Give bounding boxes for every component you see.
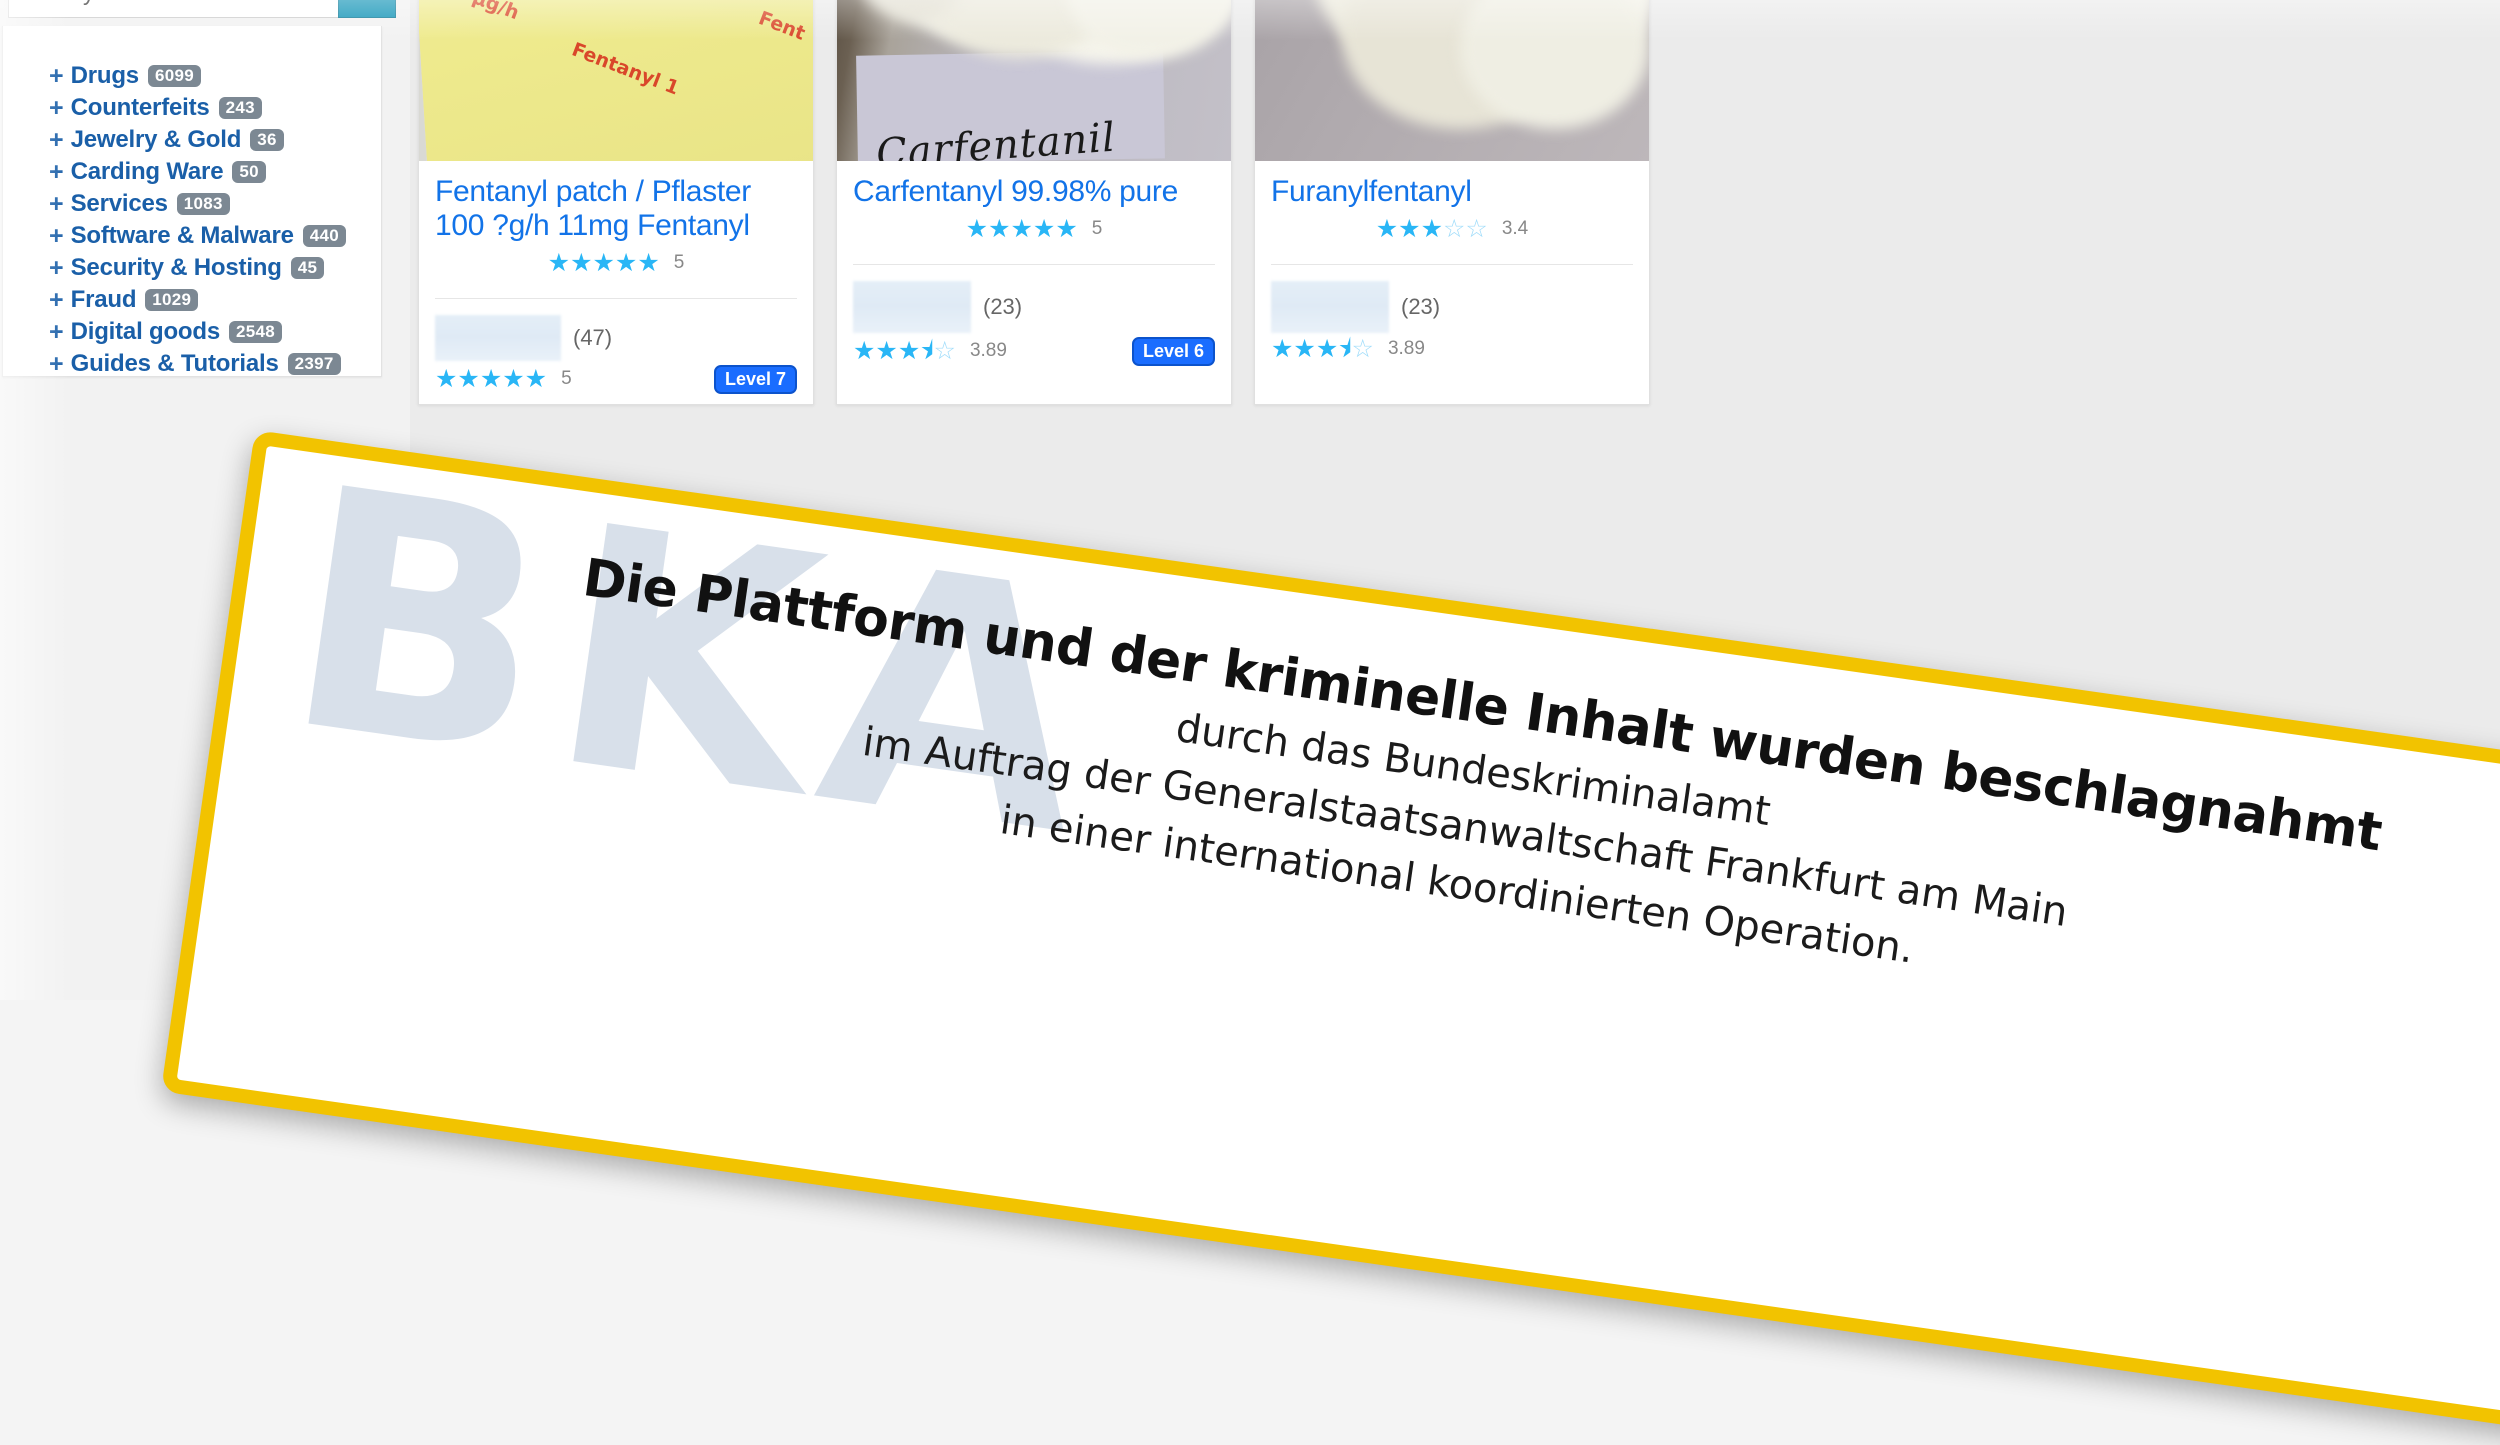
category-label: Digital goods (70, 318, 221, 345)
expand-icon[interactable]: + (49, 319, 64, 345)
vendor-level-badge[interactable]: Level 7 (713, 364, 797, 394)
category-label: Fraud (70, 286, 137, 313)
star-rating-icon: ★★★⯨☆ (1271, 334, 1374, 363)
category-count-badge: 2397 (287, 353, 341, 375)
expand-icon[interactable]: + (49, 351, 64, 377)
product-title-link[interactable]: Carfentanyl 99.98% pure (853, 175, 1215, 209)
product-rating: ★★★☆☆ 3.4 (1271, 214, 1633, 243)
sidebar-item-services[interactable]: + Services 1083 (49, 188, 346, 220)
category-label: Services (70, 190, 168, 217)
category-label: Security & Hosting (70, 254, 282, 281)
expand-icon[interactable]: + (49, 127, 64, 153)
star-rating-icon: ★★★★★ (965, 214, 1078, 243)
product-grid: anyl Fentanyl 100 µg/h 100 µg/h Fentanyl… (418, 0, 2500, 405)
category-label: Jewelry & Gold (70, 126, 242, 153)
category-count-badge: 6099 (147, 65, 201, 87)
sidebar-item-counterfeits[interactable]: + Counterfeits 243 (49, 92, 346, 124)
vendor-name-redacted (1271, 280, 1389, 333)
star-rating-icon: ★★★★★ (547, 248, 660, 277)
product-card[interactable]: anyl Fentanyl 100 µg/h 100 µg/h Fentanyl… (418, 0, 814, 405)
vendor-sales-count: (23) (983, 293, 1023, 319)
vendor-rating-row: ★★★⯨☆ 3.89 (1271, 334, 1633, 363)
star-rating-icon: ★★★⯨☆ (853, 336, 956, 365)
vendor-level-badge[interactable]: Level 6 (1131, 336, 1215, 366)
rating-value: 5 (673, 252, 685, 274)
fentanyl-patch-photo: anyl Fentanyl 100 µg/h 100 µg/h Fentanyl… (419, 0, 813, 161)
expand-icon[interactable]: + (49, 287, 64, 313)
category-count-badge: 2548 (229, 321, 283, 343)
sidebar-item-jewelry-gold[interactable]: + Jewelry & Gold 36 (49, 124, 346, 156)
category-count-badge: 50 (232, 161, 266, 183)
vendor-row: (23) (853, 265, 1215, 333)
search-row (8, 0, 396, 18)
category-count-badge: 45 (290, 257, 325, 279)
category-list: + Drugs 6099 + Counterfeits 243 + Jewelr… (49, 60, 347, 380)
product-card[interactable]: Furanylfentanyl ★★★☆☆ 3.4 (23) ★★★⯨☆ 3.8… (1254, 0, 1650, 405)
expand-icon[interactable]: + (49, 191, 64, 217)
product-card-body: Furanylfentanyl ★★★☆☆ 3.4 (23) ★★★⯨☆ 3.8… (1255, 161, 1649, 372)
expand-icon[interactable]: + (49, 95, 64, 121)
expand-icon[interactable]: + (49, 223, 64, 249)
sidebar-item-fraud[interactable]: + Fraud 1029 (49, 284, 346, 316)
product-card[interactable]: Carfentanil Carfentanyl 99.98% pure ★★★★… (836, 0, 1232, 405)
expand-icon[interactable]: + (49, 255, 64, 281)
vendor-sales-count: (47) (573, 324, 613, 350)
vendor-rating-value: 3.89 (969, 340, 1007, 362)
vendor-row: (47) (435, 299, 797, 361)
category-label: Counterfeits (70, 94, 210, 121)
vendor-rating-row: ★★★⯨☆ 3.89 Level 6 (853, 336, 1215, 366)
category-label: Carding Ware (70, 158, 224, 185)
rating-value: 3.4 (1501, 218, 1529, 240)
vendor-rating-value: 3.89 (1387, 338, 1425, 360)
sidebar-item-digital-goods[interactable]: + Digital goods 2548 (49, 316, 346, 348)
sidebar-item-guides-tutorials[interactable]: + Guides & Tutorials 2397 (49, 348, 346, 380)
vendor-row: (23) (1271, 265, 1633, 333)
star-rating-icon: ★★★★★ (435, 364, 548, 393)
sidebar-item-software-malware[interactable]: + Software & Malware 440 (49, 220, 347, 252)
sidebar-item-carding-ware[interactable]: + Carding Ware 50 (49, 156, 346, 188)
product-title-link[interactable]: Fentanyl patch / Pflaster 100 ?g/h 11mg … (435, 175, 797, 243)
category-count-badge: 1083 (176, 193, 230, 215)
product-card-body: Carfentanyl 99.98% pure ★★★★★ 5 (23) ★★★… (837, 161, 1231, 376)
product-rating: ★★★★★ 5 (853, 214, 1215, 243)
product-rating: ★★★★★ 5 (435, 248, 797, 277)
white-powder-photo (1255, 0, 1649, 161)
category-count-badge: 36 (250, 129, 284, 151)
star-rating-icon: ★★★☆☆ (1375, 214, 1488, 243)
search-input[interactable] (9, 0, 338, 17)
category-panel: + Drugs 6099 + Counterfeits 243 + Jewelr… (2, 26, 382, 377)
vendor-name-redacted (853, 280, 971, 333)
search-input-wrapper[interactable] (8, 0, 338, 18)
category-count-badge: 243 (218, 97, 262, 119)
product-title-link[interactable]: Furanylfentanyl (1271, 175, 1633, 209)
vendor-sales-count: (23) (1401, 293, 1441, 319)
product-card-body: Fentanyl patch / Pflaster 100 ?g/h 11mg … (419, 161, 813, 404)
rating-value: 5 (1091, 218, 1103, 240)
search-button[interactable] (338, 0, 396, 18)
product-image[interactable] (1255, 0, 1649, 161)
sidebar-item-drugs[interactable]: + Drugs 6099 (49, 60, 346, 92)
category-label: Guides & Tutorials (70, 350, 279, 377)
category-label: Software & Malware (70, 222, 294, 249)
white-powder-photo: Carfentanil (837, 0, 1231, 161)
expand-icon[interactable]: + (49, 63, 64, 89)
product-image[interactable]: anyl Fentanyl 100 µg/h 100 µg/h Fentanyl… (419, 0, 813, 161)
vendor-rating-value: 5 (561, 368, 572, 390)
sidebar-item-security-hosting[interactable]: + Security & Hosting 45 (49, 252, 346, 284)
search-icon (356, 0, 378, 6)
vendor-name-redacted (435, 314, 561, 361)
category-count-badge: 1029 (145, 289, 199, 311)
vendor-rating-row: ★★★★★ 5 Level 7 (435, 364, 797, 394)
expand-icon[interactable]: + (49, 159, 64, 185)
category-count-badge: 440 (302, 225, 347, 247)
category-label: Drugs (70, 62, 140, 89)
product-image[interactable]: Carfentanil (837, 0, 1231, 161)
